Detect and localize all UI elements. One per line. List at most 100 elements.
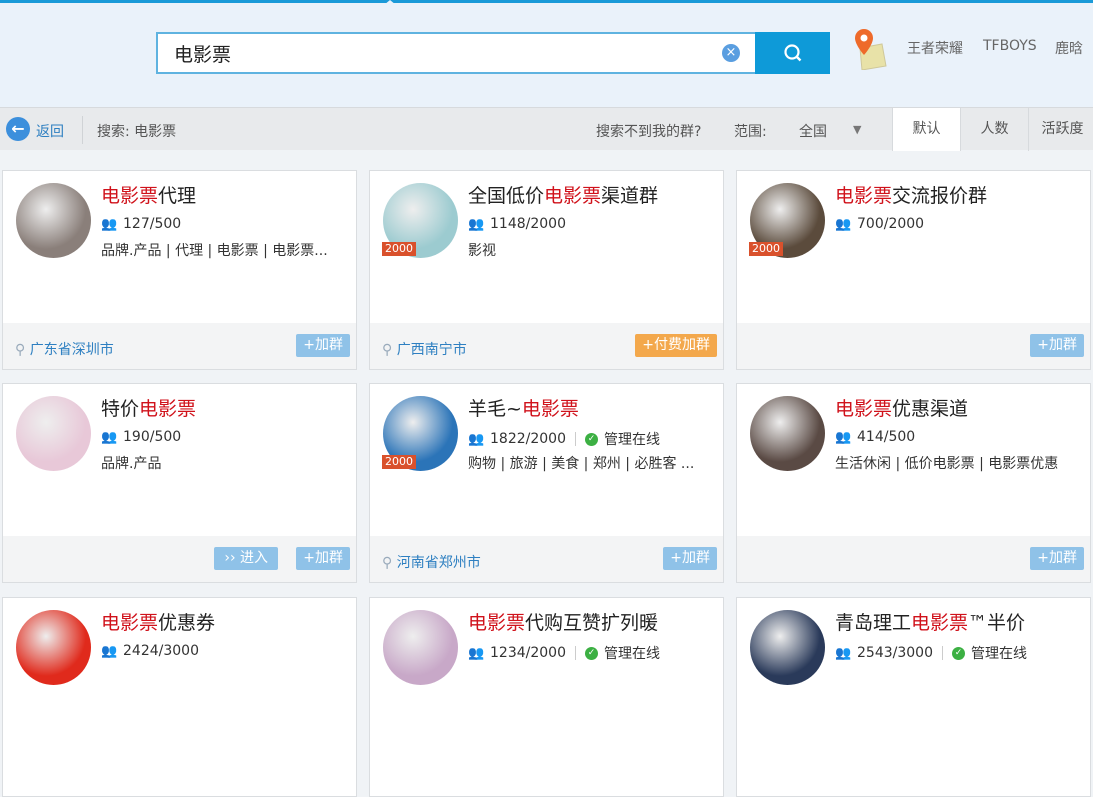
title-prefix: 全国低价 — [468, 185, 544, 207]
member-count: 2424/3000 — [123, 643, 199, 659]
members-icon: 👥 — [101, 431, 117, 444]
members-icon: 👥 — [835, 431, 851, 444]
capacity-badge: 2000 — [749, 242, 783, 256]
title-suffix: 代购互赞扩列暖 — [525, 612, 658, 634]
group-avatar[interactable] — [750, 610, 825, 685]
hot-keyword[interactable]: TFBOYS — [983, 38, 1037, 54]
hot-keyword[interactable]: 王者荣耀 — [907, 38, 963, 58]
card-footer: ›› 进入 +加群 — [3, 536, 356, 582]
hot-keyword[interactable]: 鹿晗 — [1055, 38, 1083, 58]
check-icon: ✓ — [585, 647, 598, 660]
search-button[interactable] — [755, 32, 830, 74]
enter-button[interactable]: ›› 进入 — [214, 547, 278, 570]
group-title[interactable]: 电影票优惠券 — [101, 608, 215, 635]
group-tags: 品牌.产品 — [101, 453, 351, 473]
group-meta: 👥2543/3000✓管理在线 — [835, 643, 1027, 663]
separator — [575, 432, 576, 446]
group-card[interactable]: 特价电影票 👥190/500 品牌.产品 ›› 进入 +加群 — [2, 383, 357, 583]
title-highlight: 电影票 — [468, 612, 525, 634]
title-prefix: 特价 — [101, 398, 139, 420]
not-found-link[interactable]: 搜索不到我的群? — [596, 121, 701, 141]
separator — [942, 646, 943, 660]
title-highlight: 电影票 — [835, 185, 892, 207]
query-label: 搜索: 电影票 — [97, 121, 176, 141]
group-title[interactable]: 电影票优惠渠道 — [835, 394, 968, 421]
join-button[interactable]: +加群 — [296, 547, 350, 570]
join-button[interactable]: +加群 — [296, 334, 350, 357]
group-avatar[interactable] — [16, 610, 91, 685]
group-avatar[interactable] — [750, 396, 825, 471]
group-meta: 👥190/500 — [101, 429, 181, 445]
title-suffix: 代理 — [158, 185, 196, 207]
check-icon: ✓ — [952, 647, 965, 660]
divider — [82, 116, 83, 144]
join-button[interactable]: +加群 — [663, 547, 717, 570]
tab-default[interactable]: 默认 — [892, 108, 960, 151]
back-arrow-icon[interactable]: ← — [6, 117, 30, 141]
group-meta: 👥414/500 — [835, 429, 915, 445]
group-card[interactable]: 电影票代购互赞扩列暖 👥1234/2000✓管理在线 — [369, 597, 724, 797]
join-button[interactable]: +加群 — [1030, 547, 1084, 570]
group-tags: 品牌.产品 | 代理 | 电影票 | 电影票... — [101, 240, 351, 260]
group-tags: 影视 — [468, 240, 718, 260]
members-icon: 👥 — [468, 218, 484, 231]
clear-icon[interactable]: × — [722, 44, 740, 62]
search-input[interactable] — [158, 34, 698, 72]
group-card[interactable]: 2000全国低价电影票渠道群 👥1148/2000影视⚲ 广西南宁市+付费加群 — [369, 170, 724, 370]
join-button[interactable]: +加群 — [1030, 334, 1084, 357]
capacity-badge: 2000 — [382, 455, 416, 469]
group-card[interactable]: 2000 电影票交流报价群 👥700/2000 +加群 — [736, 170, 1091, 370]
paid-join-button[interactable]: +付费加群 — [635, 334, 717, 357]
range-select[interactable]: 全国 — [799, 121, 827, 141]
group-meta: 👥700/2000 — [835, 216, 924, 232]
group-title[interactable]: 特价电影票 — [101, 394, 196, 421]
group-card[interactable]: 电影票代理 👥127/500品牌.产品 | 代理 | 电影票 | 电影票...⚲… — [2, 170, 357, 370]
group-card[interactable]: 青岛理工电影票™半价 👥2543/3000✓管理在线 — [736, 597, 1091, 797]
title-highlight: 电影票 — [522, 398, 579, 420]
group-title[interactable]: 全国低价电影票渠道群 — [468, 181, 658, 208]
title-highlight: 电影票 — [139, 398, 196, 420]
group-title[interactable]: 青岛理工电影票™半价 — [835, 608, 1025, 635]
chevron-down-icon[interactable]: ▼ — [853, 123, 861, 136]
group-meta: 👥1234/2000✓管理在线 — [468, 643, 660, 663]
members-icon: 👥 — [835, 218, 851, 231]
group-avatar[interactable] — [383, 610, 458, 685]
group-title[interactable]: 电影票代购互赞扩列暖 — [468, 608, 658, 635]
group-avatar[interactable] — [16, 396, 91, 471]
members-icon: 👥 — [468, 433, 484, 446]
notch — [384, 0, 396, 5]
members-icon: 👥 — [468, 647, 484, 660]
member-count: 2543/3000 — [857, 645, 933, 661]
city-location: ⚲ 河南省郑州市 — [382, 552, 481, 572]
title-prefix: 羊毛~ — [468, 398, 522, 420]
card-footer: +加群 — [737, 536, 1090, 582]
group-card[interactable]: 电影票优惠渠道 👥414/500生活休闲 | 低价电影票 | 电影票优惠+加群 — [736, 383, 1091, 583]
location-pin-icon: ⚲ — [382, 342, 397, 358]
members-icon: 👥 — [101, 645, 117, 658]
group-title[interactable]: 电影票代理 — [101, 181, 196, 208]
check-icon: ✓ — [585, 433, 598, 446]
member-count: 127/500 — [123, 216, 181, 232]
card-footer: ⚲ 广东省深圳市+加群 — [3, 323, 356, 369]
map-location-icon[interactable] — [852, 26, 888, 70]
location-pin-icon: ⚲ — [15, 342, 30, 358]
group-card[interactable]: 2000羊毛~电影票 👥1822/2000✓管理在线购物 | 旅游 | 美食 |… — [369, 383, 724, 583]
title-suffix: 交流报价群 — [892, 185, 987, 207]
group-title[interactable]: 电影票交流报价群 — [835, 181, 987, 208]
back-link[interactable]: 返回 — [36, 121, 64, 141]
title-suffix: 优惠券 — [158, 612, 215, 634]
group-meta: 👥 1148/2000 — [468, 216, 566, 232]
admin-status: 管理在线 — [971, 643, 1027, 663]
member-count: 1822/2000 — [490, 431, 566, 447]
group-card[interactable]: 电影票优惠券 👥 2424/3000 — [2, 597, 357, 797]
tab-activity[interactable]: 活跃度 — [1028, 108, 1093, 151]
tab-members[interactable]: 人数 — [960, 108, 1028, 151]
group-avatar[interactable] — [16, 183, 91, 258]
member-count: 1148/2000 — [490, 216, 566, 232]
title-highlight: 电影票 — [101, 612, 158, 634]
city-name: 河南省郑州市 — [397, 555, 481, 571]
title-highlight: 电影票 — [911, 612, 968, 634]
group-title[interactable]: 羊毛~电影票 — [468, 394, 579, 421]
card-footer: ⚲ 河南省郑州市 +加群 — [370, 536, 723, 582]
title-suffix: 渠道群 — [601, 185, 658, 207]
